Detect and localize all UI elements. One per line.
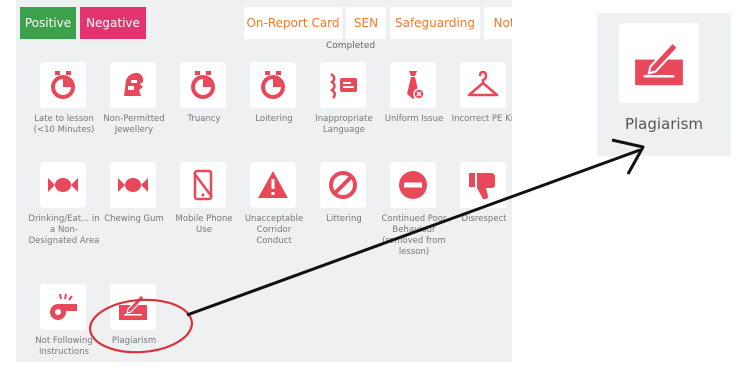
arrow-line [186,148,641,317]
annotation-overlay [88,138,645,354]
highlight-circle [88,298,194,354]
